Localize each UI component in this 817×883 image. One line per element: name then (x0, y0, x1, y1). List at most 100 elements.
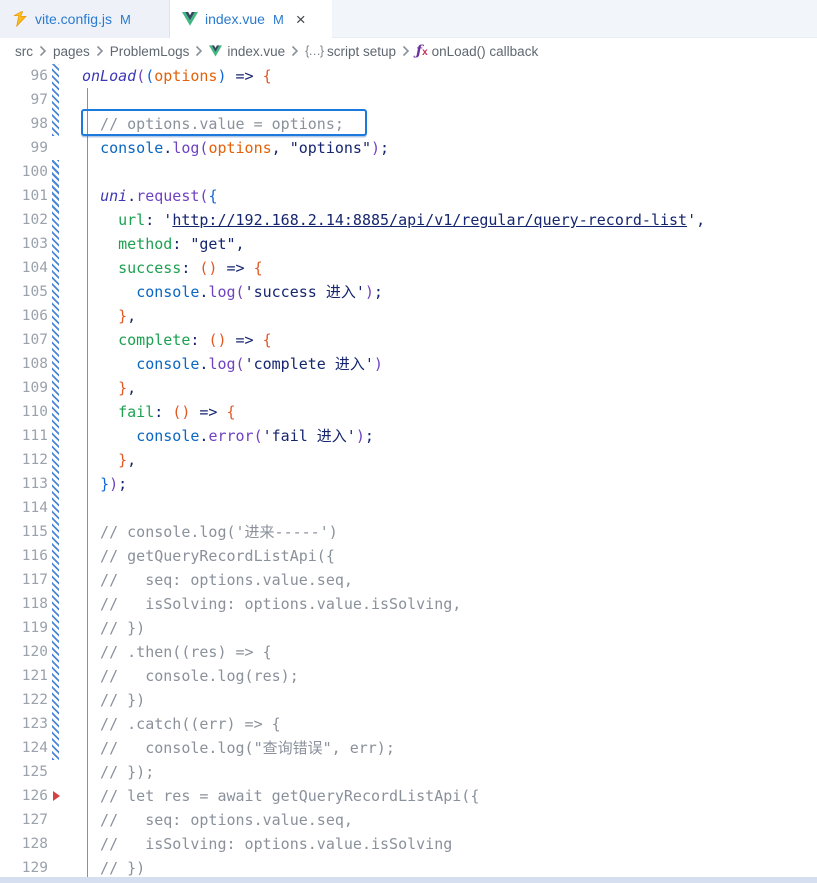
line-number[interactable]: 110 (0, 400, 48, 424)
line-number[interactable]: 101 (0, 184, 48, 208)
line-number[interactable]: 126 (0, 784, 48, 808)
chevron-right-icon (195, 45, 203, 57)
line-number[interactable]: 100 (0, 160, 48, 184)
line-number[interactable]: 120 (0, 640, 48, 664)
braces-symbol-icon: {…} (305, 44, 323, 58)
tab-vite-config-js[interactable]: vite.config.js M (0, 0, 170, 38)
line-number[interactable]: 123 (0, 712, 48, 736)
line-number[interactable]: 102 (0, 208, 48, 232)
code-line[interactable]: 117 // seq: options.value.seq, (0, 568, 817, 592)
line-number[interactable]: 115 (0, 520, 48, 544)
modified-badge: M (273, 12, 284, 27)
code-text: }); (82, 472, 127, 496)
tab-index-vue[interactable]: index.vue M × (170, 0, 332, 38)
code-text: }, (82, 448, 136, 472)
code-text: // isSolving: options.value.isSolving, (82, 592, 461, 616)
line-number[interactable]: 112 (0, 448, 48, 472)
code-text: // }) (82, 688, 145, 712)
line-number[interactable]: 113 (0, 472, 48, 496)
breadcrumb-item-problemlogs[interactable]: ProblemLogs (110, 44, 190, 59)
code-line[interactable]: 112 }, (0, 448, 817, 472)
line-number[interactable]: 118 (0, 592, 48, 616)
line-number[interactable]: 99 (0, 136, 48, 160)
breadcrumb-label: index.vue (227, 44, 285, 59)
code-line[interactable]: 105 console.log('success 进入'); (0, 280, 817, 304)
code-line[interactable]: 119 // }) (0, 616, 817, 640)
vue-logo-icon (209, 45, 222, 57)
code-line[interactable]: 99 console.log(options, "options"); (0, 136, 817, 160)
code-line[interactable]: 110 fail: () => { (0, 400, 817, 424)
code-line[interactable]: 102 url: 'http://192.168.2.14:8885/api/v… (0, 208, 817, 232)
vscode-editor-window: vite.config.js M index.vue M × src pages… (0, 0, 817, 883)
tab-label: index.vue (205, 11, 265, 27)
breadcrumb-item-script-setup[interactable]: {…} script setup (305, 44, 396, 59)
code-line[interactable]: 126 // let res = await getQueryRecordLis… (0, 784, 817, 808)
code-line[interactable]: 122 // }) (0, 688, 817, 712)
code-text: // getQueryRecordListApi({ (82, 544, 335, 568)
function-symbol-icon: ƒx (416, 43, 428, 59)
line-number[interactable]: 98 (0, 112, 48, 136)
line-number[interactable]: 121 (0, 664, 48, 688)
code-editor[interactable]: 96onLoad((options) => {9798 // options.v… (0, 64, 817, 883)
line-number[interactable]: 114 (0, 496, 48, 520)
code-line[interactable]: 124 // console.log("查询错误", err); (0, 736, 817, 760)
line-number[interactable]: 125 (0, 760, 48, 784)
line-number[interactable]: 109 (0, 376, 48, 400)
breadcrumb: src pages ProblemLogs index.vue {…} scri… (0, 38, 817, 64)
code-text: method: "get", (82, 232, 245, 256)
close-tab-icon[interactable]: × (294, 11, 308, 28)
code-text: // console.log(res); (82, 664, 299, 688)
line-number[interactable]: 116 (0, 544, 48, 568)
line-number[interactable]: 97 (0, 88, 48, 112)
line-98-highlight-box (81, 109, 367, 136)
line-number[interactable]: 127 (0, 808, 48, 832)
code-line[interactable]: 100 (0, 160, 817, 184)
code-line[interactable]: 109 }, (0, 376, 817, 400)
line-126-marker-icon (53, 791, 60, 801)
code-line[interactable]: 104 success: () => { (0, 256, 817, 280)
code-line[interactable]: 96 onLoad((options) => { (0, 64, 817, 88)
line-number[interactable]: 103 (0, 232, 48, 256)
code-line[interactable]: 125 // }); (0, 760, 817, 784)
breadcrumb-item-index-vue[interactable]: index.vue (209, 44, 285, 59)
line-number[interactable]: 96 (0, 64, 48, 88)
code-text: // let res = await getQueryRecordListApi… (82, 784, 479, 808)
code-text: fail: () => { (82, 400, 236, 424)
code-line[interactable]: 115 // console.log('进来-----') (0, 520, 817, 544)
line-number[interactable]: 105 (0, 280, 48, 304)
line-number[interactable]: 108 (0, 352, 48, 376)
line-number[interactable]: 117 (0, 568, 48, 592)
code-line[interactable]: 111 console.error('fail 进入'); (0, 424, 817, 448)
code-text: onLoad((options) => { (82, 64, 272, 88)
code-line[interactable]: 116 // getQueryRecordListApi({ (0, 544, 817, 568)
code-line[interactable]: 128 // isSolving: options.value.isSolvin… (0, 832, 817, 856)
horizontal-scrollbar[interactable] (0, 877, 817, 883)
code-line[interactable]: 108 console.log('complete 进入') (0, 352, 817, 376)
code-line[interactable]: 114 (0, 496, 817, 520)
line-number[interactable]: 104 (0, 256, 48, 280)
code-line[interactable]: 101 uni.request({ (0, 184, 817, 208)
breadcrumb-item-src[interactable]: src (15, 44, 33, 59)
line-number[interactable]: 128 (0, 832, 48, 856)
line-number[interactable]: 107 (0, 328, 48, 352)
code-line[interactable]: 121 // console.log(res); (0, 664, 817, 688)
code-line[interactable]: 113 }); (0, 472, 817, 496)
line-number[interactable]: 106 (0, 304, 48, 328)
line-number[interactable]: 119 (0, 616, 48, 640)
code-line[interactable]: 106 }, (0, 304, 817, 328)
code-text: // console.log('进来-----') (82, 520, 338, 544)
code-line[interactable]: 120 // .then((res) => { (0, 640, 817, 664)
code-line[interactable]: 107 complete: () => { (0, 328, 817, 352)
code-text: // seq: options.value.seq, (82, 568, 353, 592)
line-number[interactable]: 122 (0, 688, 48, 712)
breadcrumb-item-onload-callback[interactable]: ƒx onLoad() callback (416, 43, 538, 59)
code-line[interactable]: 103 method: "get", (0, 232, 817, 256)
code-line[interactable]: 127 // seq: options.value.seq, (0, 808, 817, 832)
code-text: }, (82, 304, 136, 328)
code-line[interactable]: 118 // isSolving: options.value.isSolvin… (0, 592, 817, 616)
breadcrumb-item-pages[interactable]: pages (53, 44, 90, 59)
line-number[interactable]: 124 (0, 736, 48, 760)
breadcrumb-label: script setup (327, 44, 396, 59)
code-line[interactable]: 123 // .catch((err) => { (0, 712, 817, 736)
line-number[interactable]: 111 (0, 424, 48, 448)
